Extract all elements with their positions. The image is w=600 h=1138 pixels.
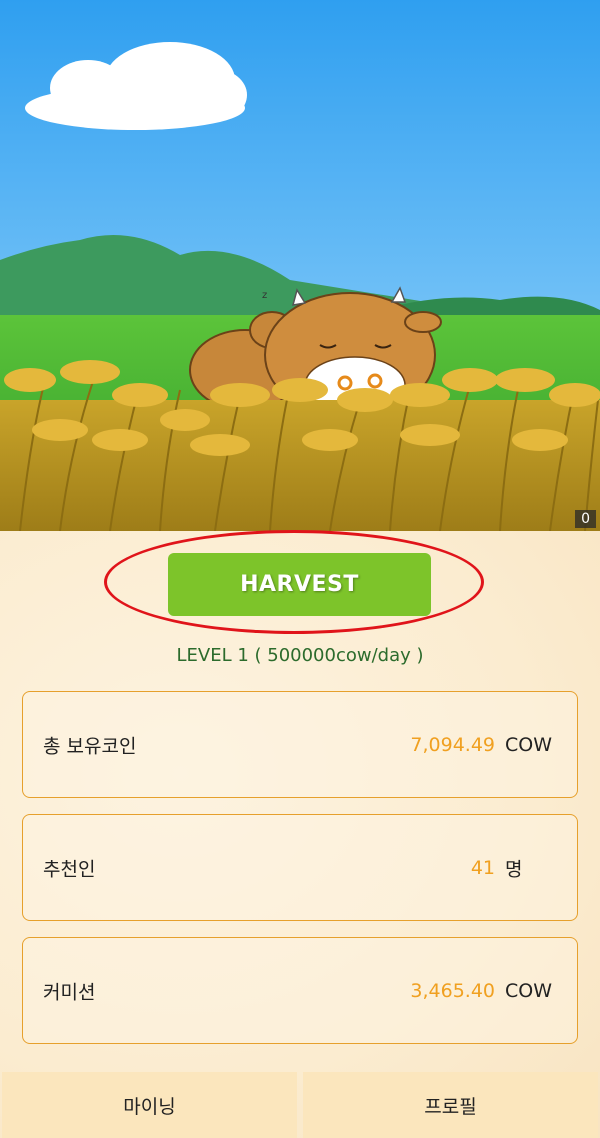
total-coins-label: 총 보유코인 — [43, 735, 137, 757]
commission-label: 커미션 — [43, 981, 96, 1003]
tab-profile[interactable]: 프로필 — [303, 1072, 598, 1138]
farm-scene: z 0 — [0, 0, 600, 531]
commission-value: 3,465.40 — [410, 979, 495, 1002]
bottom-tab-bar: 마이닝 프로필 — [0, 1072, 600, 1138]
harvest-button[interactable]: HARVEST — [168, 553, 431, 616]
total-coins-unit: COW — [505, 733, 553, 756]
referrals-card: 추천인 41 명 — [22, 814, 578, 921]
harvest-area: HARVEST — [104, 530, 488, 638]
svg-text:z: z — [262, 290, 267, 301]
referrals-label: 추천인 — [43, 858, 96, 880]
total-coins-card: 총 보유코인 7,094.49 COW — [22, 691, 578, 798]
scene-counter: 0 — [575, 510, 596, 528]
commission-unit: COW — [505, 979, 553, 1002]
total-coins-value: 7,094.49 — [410, 733, 495, 756]
farm-illustration: z — [0, 0, 600, 531]
tab-mining[interactable]: 마이닝 — [2, 1072, 297, 1138]
level-info: LEVEL 1 ( 500000cow/day ) — [176, 645, 424, 666]
referrals-unit: 명 — [505, 858, 523, 880]
referrals-value: 41 — [470, 856, 495, 879]
commission-card: 커미션 3,465.40 COW — [22, 937, 578, 1044]
